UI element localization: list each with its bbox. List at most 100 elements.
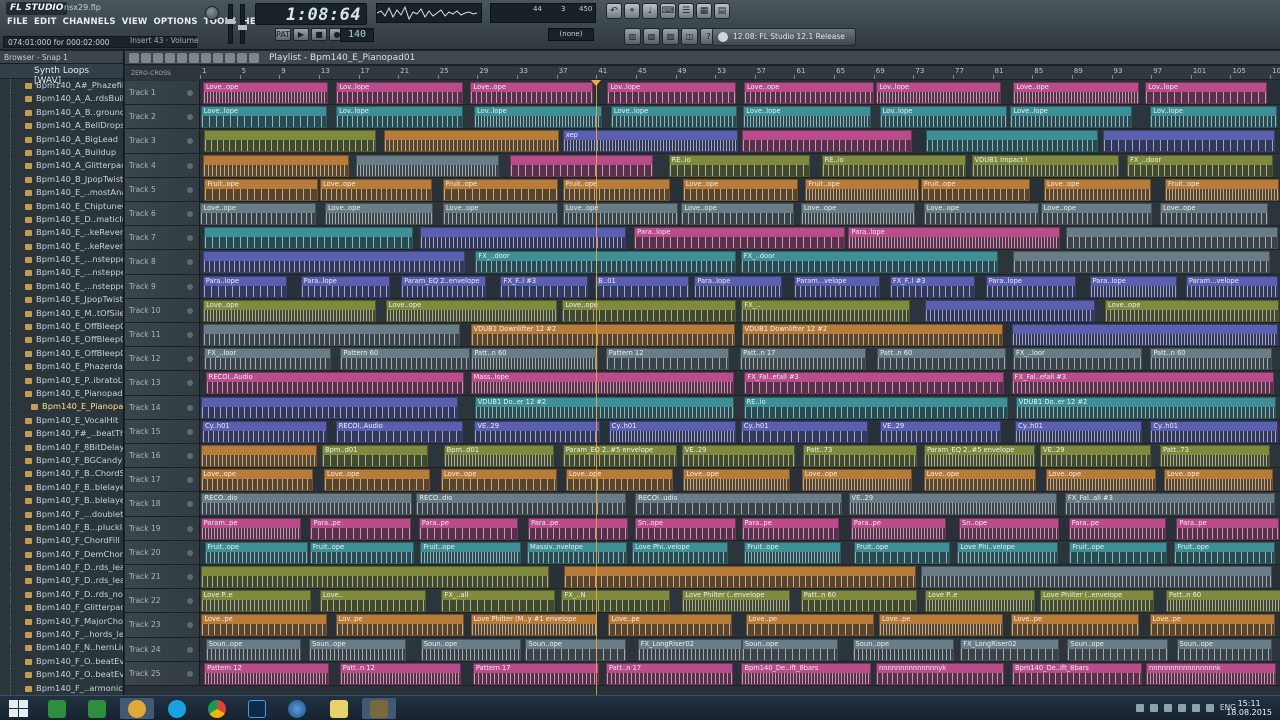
track-mute-led-icon[interactable] (187, 525, 193, 532)
browser-item[interactable]: Bpm140_E_..keReverb02 (0, 239, 123, 254)
track-lane[interactable]: Love..ope Love..ope Love..ope FX_.. Love..op… (200, 299, 1280, 322)
browser-item[interactable]: Bpm140_A_Glitterpad (0, 159, 123, 173)
track-mute-led-icon[interactable] (187, 283, 193, 290)
track-lane[interactable]: Pattern 12 Patt..n 12 Pattern 17 Patt..n 17… (200, 662, 1280, 685)
track-header[interactable]: Track 2 (125, 105, 200, 129)
playlist-clip[interactable]: Sn..ope (634, 517, 737, 540)
track-mute-led-icon[interactable] (187, 501, 193, 508)
playlist-track[interactable]: Track 24 Soun..ope Soun..ope Soun..ope Soun.… (125, 637, 1280, 662)
playlist-clip[interactable]: Love Philter (M..y #1 envelope (470, 614, 597, 637)
tray-app-icon[interactable] (1177, 703, 1186, 712)
browser-item[interactable]: Bpm140_F_D..rds_nobass (0, 587, 123, 602)
playlist-clip[interactable]: Para..pe (418, 517, 518, 540)
browser-globe-app[interactable] (280, 698, 314, 719)
browser-item[interactable]: Bpm140_E_D..maticIntro (0, 212, 123, 227)
playlist-clip[interactable] (201, 566, 550, 588)
playlist-clip[interactable]: Love..pe (1010, 614, 1139, 637)
track-lane[interactable]: Fruit..ope Love..ope Fruit..ope Fruit..ope L… (200, 178, 1280, 201)
playlist-clip[interactable]: Para..pe (741, 517, 840, 540)
paint-tool-icon[interactable] (141, 53, 151, 63)
playlist-track[interactable]: Track 23 Love..pe Lov..pe Love Philter (M..… (125, 613, 1280, 638)
playlist-clip[interactable]: Love..pe (878, 614, 1003, 637)
playlist-clip[interactable]: Patt..n 60 (1150, 348, 1272, 371)
menu-view[interactable]: VIEW (119, 17, 151, 30)
track-header[interactable]: Track 12 (125, 347, 200, 371)
track-mute-led-icon[interactable] (187, 404, 193, 411)
channel-rack-icon[interactable]: ▧ (643, 28, 660, 45)
playlist-clip[interactable]: Fruit..ope (562, 178, 670, 201)
playlist-clip[interactable]: Love..lope (200, 106, 328, 129)
playlist-clip[interactable]: Fruit..ope (744, 541, 841, 564)
track-mute-led-icon[interactable] (187, 622, 193, 629)
playlist-clip[interactable]: FX_.. (741, 299, 910, 322)
explorer-app[interactable] (40, 698, 74, 719)
track-header[interactable]: Track 17 (125, 468, 200, 492)
tray-app-icon[interactable] (1149, 703, 1158, 712)
playlist-clip[interactable]: RECOI..Audio (335, 420, 463, 443)
playlist-track[interactable]: Track 15 Cy..h01 RECOI..Audio VE..29 Cy..h01… (125, 419, 1280, 444)
playlist-track[interactable]: Track 13 RECOI..Audio Mass..lope FX_Fal..ef… (125, 371, 1280, 396)
track-mute-led-icon[interactable] (187, 598, 193, 605)
playlist-clip[interactable]: Love..lope (1010, 106, 1133, 129)
track-mute-led-icon[interactable] (187, 428, 193, 435)
zoom-tool-icon[interactable] (213, 53, 223, 63)
playlist-clip[interactable] (1065, 227, 1278, 250)
playlist-clip[interactable]: Love..ope (442, 203, 559, 225)
track-mute-led-icon[interactable] (187, 138, 193, 145)
undo-icon[interactable]: ↶ (606, 3, 622, 19)
track-mute-led-icon[interactable] (187, 235, 193, 242)
browser-item[interactable]: Bpm140_E_P..ibratoLine (0, 373, 123, 387)
track-mute-led-icon[interactable] (187, 186, 193, 193)
playlist-clip[interactable]: Patt..n 12 (339, 662, 461, 685)
playlist-clip[interactable]: Cy..h01 (740, 420, 869, 443)
playlist-track[interactable]: Track 19 Param..pe Para..pe Para..pe Para..p… (125, 516, 1280, 541)
playlist-clip[interactable]: Love Philter (..envelope (1040, 590, 1155, 613)
playlist-clip[interactable]: Lov..lope (607, 82, 736, 104)
playlist-clip[interactable]: Love..lope (743, 106, 871, 129)
playlist-clip[interactable]: Para..lope (848, 227, 1060, 250)
track-header[interactable]: Track 14 (125, 395, 200, 419)
playlist-clip[interactable]: Love..ope (565, 469, 674, 492)
track-mute-led-icon[interactable] (187, 574, 193, 580)
track-header[interactable]: Track 24 (125, 637, 200, 661)
browser-icon[interactable]: ▤ (714, 3, 730, 19)
playlist-clip[interactable]: Soun..ope (852, 638, 955, 661)
playlist-clip[interactable]: Love..ope (562, 203, 679, 225)
chrome-app[interactable] (200, 698, 234, 719)
track-mute-led-icon[interactable] (187, 670, 193, 677)
playlist-clip[interactable]: Para..pe (528, 517, 629, 540)
track-lane[interactable] (200, 565, 1280, 588)
playlist-clip[interactable]: Love..ope (1104, 299, 1280, 322)
playlist-track[interactable]: Track 5 Fruit..ope Love..ope Fruit..ope Frui… (125, 177, 1280, 202)
playlist-clip[interactable]: Patt..n 60 (1165, 590, 1280, 613)
master-volume-knob[interactable] (205, 6, 219, 20)
playlist-clip[interactable]: Love..ope (1160, 203, 1269, 225)
playlist-clip[interactable]: Love P..e (925, 590, 1035, 613)
playlist-clip[interactable]: FX_..loor (204, 348, 331, 371)
playlist-clip[interactable]: RE..io (668, 154, 810, 177)
play-button[interactable]: ▶ (293, 28, 309, 41)
playlist-clip[interactable]: Love Philter (..envelope (682, 590, 790, 613)
browser-item[interactable]: Bpm140_E_VocalHit (0, 413, 123, 428)
track-lane[interactable]: FX_..loor Pattern 60 Patt..n 60 Pattern 12 P… (200, 347, 1280, 371)
track-lane[interactable]: Para..lope Para..lope Param_EQ 2..envelope… (200, 275, 1280, 298)
track-mute-led-icon[interactable] (187, 477, 193, 484)
playlist-clip[interactable]: Love..ope (682, 178, 798, 201)
track-mute-led-icon[interactable] (187, 90, 193, 96)
playlist-clip[interactable]: RECOI..udio (635, 493, 842, 516)
playlist-track[interactable]: Track 9 Para..lope Para..lope Param_EQ 2..e… (125, 274, 1280, 299)
playlist-title[interactable]: Playlist - Bpm140_E_Pianopad01 (269, 53, 415, 63)
playlist-track[interactable]: Track 4 RE..io RE..io VDUB1 Impact ! FX_..do… (125, 153, 1280, 178)
playlist-clip[interactable]: Love..ope (200, 203, 317, 225)
mixer-icon[interactable]: ☰ (678, 3, 694, 19)
playlist-clip[interactable]: Love P..e (200, 590, 312, 613)
playlist-clip[interactable]: Param...velope (1185, 275, 1279, 298)
playlist-clip[interactable]: Love..ope (470, 82, 593, 104)
browser-item[interactable]: Bpm140_F_O..beatEvil02 (0, 668, 123, 682)
playlist-track[interactable]: Track 10 Love..ope Love..ope Love..ope FX_..… (125, 298, 1280, 323)
playlist-clip[interactable]: Soun..ope (1067, 638, 1169, 661)
playlist-clip[interactable]: RE..io (821, 154, 966, 177)
playlist-clip[interactable]: Love..ope (385, 299, 557, 322)
playlist-clip[interactable]: Patt..n 60 (800, 590, 917, 613)
playlist-track[interactable]: Track 3 xep (125, 129, 1280, 154)
